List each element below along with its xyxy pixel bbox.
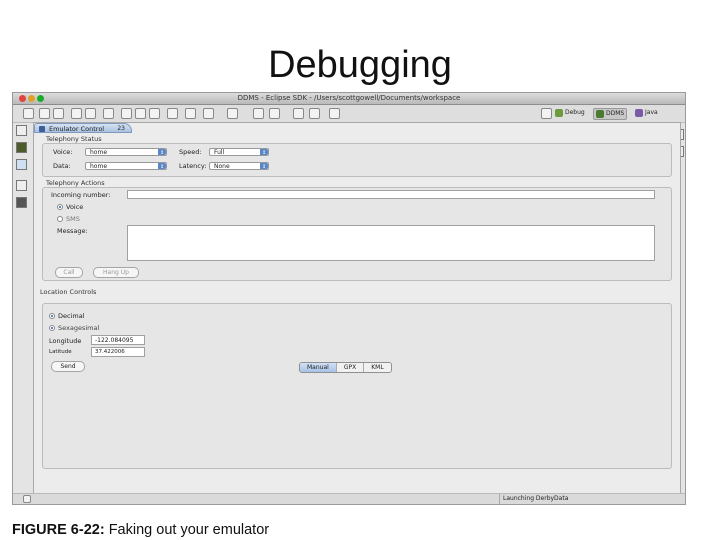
last-edit-icon[interactable] [329,108,340,119]
sexagesimal-radio[interactable]: Sexagesimal [49,324,99,332]
incoming-number-input[interactable] [127,190,655,199]
voice-select-value: home [90,149,108,156]
tab-manual[interactable]: Manual [300,363,337,372]
figure-number: FIGURE 6-22: [12,522,105,538]
emulator-control-view: Emulator Control 23 Telephony Status Voi… [33,122,681,498]
perspective-java[interactable]: Java [635,108,658,118]
decimal-radio[interactable]: Decimal [49,312,85,320]
new-class-icon[interactable] [135,108,146,119]
voice-label: Voice: [53,148,73,156]
devices-view-icon[interactable] [16,142,27,153]
speed-select[interactable]: Full ↕ [209,148,269,156]
telephony-status-group: Voice: home ↕ Speed: Full ↕ Data: home ↕… [42,143,672,177]
perspective-ddms[interactable]: DDMS [593,108,628,120]
android-sdk-icon[interactable] [71,108,82,119]
decimal-radio-label: Decimal [58,312,85,320]
window-title: DDMS - Eclipse SDK - /Users/scottgowell/… [237,94,461,102]
emulator-control-icon [39,126,45,132]
tab-kml[interactable]: KML [364,363,391,372]
location-controls-label: Location Controls [40,288,97,296]
data-label: Data: [53,162,71,170]
new-package-icon[interactable] [149,108,160,119]
telephony-actions-group: Incoming number: Voice SMS Message: Call… [42,187,672,281]
ddms-perspective-icon [596,110,604,118]
main-toolbar: Debug DDMS Java [13,105,685,123]
prev-annotation-icon[interactable] [269,108,280,119]
annotation-icon[interactable] [227,108,238,119]
figure-caption: FIGURE 6-22: Faking out your emulator [12,522,269,538]
send-button[interactable]: Send [51,361,85,372]
new-file-icon[interactable] [23,108,34,119]
tab-gpx[interactable]: GPX [336,363,365,372]
sexagesimal-radio-label: Sexagesimal [58,324,100,332]
chevron-updown-icon: ↕ [158,163,166,170]
data-select-value: home [90,163,108,170]
voice-select[interactable]: home ↕ [85,148,167,156]
figure-caption-text: Faking out your emulator [108,522,270,538]
chevron-updown-icon: ↕ [260,149,268,156]
message-label: Message: [57,227,88,235]
longitude-input[interactable]: -122.084095 [91,335,145,345]
java-perspective-icon [635,109,643,117]
speed-select-value: Full [214,149,225,156]
new-project-icon[interactable] [121,108,132,119]
next-annotation-icon[interactable] [253,108,264,119]
latitude-label: Latitude [49,349,72,355]
tab-label: Emulator Control [49,125,105,133]
debug-run-icon[interactable] [185,108,196,119]
call-button[interactable]: Call [55,267,83,278]
sms-radio-label: SMS [66,215,80,223]
latency-label: Latency: [179,162,207,170]
fast-view-icon[interactable] [23,495,31,503]
chevron-updown-icon: ↕ [260,163,268,170]
latency-select[interactable]: None ↕ [209,162,269,170]
status-bar: Launching DerbyData [13,493,685,504]
voice-radio-label: Voice [66,203,84,211]
sms-radio[interactable]: SMS [57,215,80,223]
screen-capture-icon[interactable] [16,159,27,170]
debug-perspective-icon [555,109,563,117]
radio-dot-empty [49,325,55,331]
terminal-icon[interactable] [103,108,114,119]
telephony-status-label: Telephony Status [46,135,102,143]
avd-manager-icon[interactable] [85,108,96,119]
eclipse-window: DDMS - Eclipse SDK - /Users/scottgowell/… [12,92,686,505]
message-textarea[interactable] [127,225,655,261]
open-type-icon[interactable] [167,108,178,119]
window-titlebar: DDMS - Eclipse SDK - /Users/scottgowell/… [13,93,685,105]
speed-label: Speed: [179,148,202,156]
status-text: Launching DerbyData [499,494,568,504]
slide-title: Debugging [268,44,452,86]
left-trim-bar [15,125,27,214]
location-controls-group [42,303,672,469]
radio-dot [57,204,63,210]
radio-dot [57,216,63,222]
save-icon[interactable] [39,108,50,119]
tab-emulator-control[interactable]: Emulator Control 23 [34,123,132,133]
forward-icon[interactable] [309,108,320,119]
restore-view-icon[interactable] [16,125,27,136]
search-icon[interactable] [203,108,214,119]
print-icon[interactable] [53,108,64,119]
open-perspective-icon[interactable] [541,108,552,119]
restore-view-icon-2[interactable] [16,180,27,191]
back-icon[interactable] [293,108,304,119]
phone-icon[interactable] [16,197,27,208]
chevron-updown-icon: ↕ [158,149,166,156]
hang-up-button[interactable]: Hang Up [93,267,139,278]
perspective-ddms-label: DDMS [606,110,625,117]
location-tabs: Manual GPX KML [299,362,392,373]
data-select[interactable]: home ↕ [85,162,167,170]
perspective-debug[interactable]: Debug [555,108,585,118]
latitude-input[interactable]: 37.422006 [91,347,145,357]
perspective-java-label: Java [645,109,658,116]
longitude-label: Longitude [49,337,82,345]
radio-dot [49,313,55,319]
perspective-debug-label: Debug [565,109,585,116]
tab-close-label[interactable]: 23 [117,124,125,134]
incoming-number-label: Incoming number: [51,191,111,199]
telephony-actions-label: Telephony Actions [46,179,105,187]
voice-radio[interactable]: Voice [57,203,83,211]
latency-select-value: None [214,163,230,170]
